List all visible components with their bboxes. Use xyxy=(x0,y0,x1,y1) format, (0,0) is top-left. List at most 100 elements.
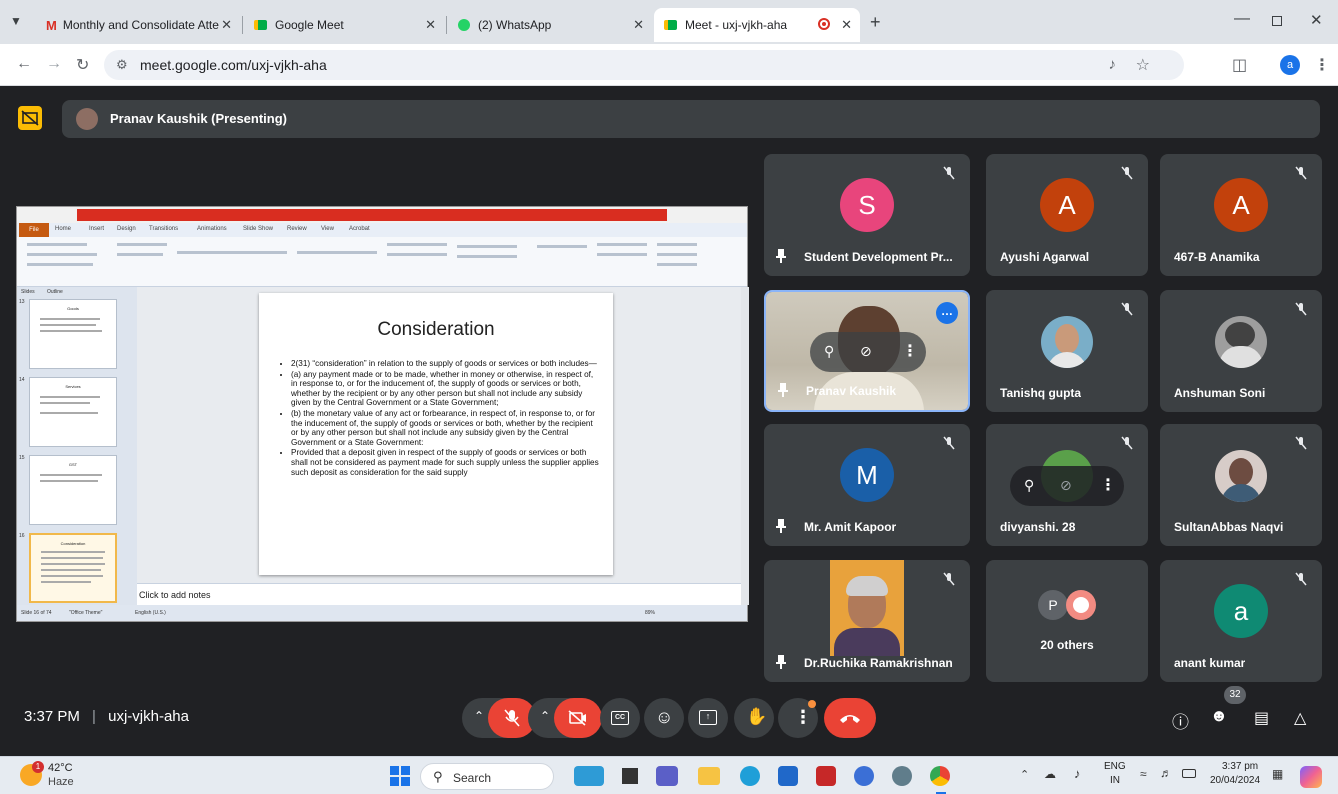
participant-tile[interactable]: a anant kumar xyxy=(1160,560,1322,682)
raise-hand-button[interactable]: ✋ xyxy=(734,698,774,738)
participant-tile[interactable]: ⚲ ⊘ ⋮ divyanshi. 28 xyxy=(986,424,1148,546)
participant-tile-speaking[interactable]: ⚲ ⊘ ⋮ … Pranav Kaushik xyxy=(764,290,970,412)
reload-icon[interactable]: ↻ xyxy=(76,55,89,75)
profile-avatar[interactable]: a xyxy=(1280,55,1300,75)
activities-icon[interactable]: △ xyxy=(1294,708,1306,728)
emoji-button[interactable]: ☺ xyxy=(644,698,684,738)
mic-off-icon[interactable]: ⊘ xyxy=(860,343,872,360)
meeting-details-icon[interactable]: ⓘ xyxy=(1172,708,1189,733)
site-settings-icon[interactable]: ⚙ xyxy=(116,57,128,73)
microphone-icon[interactable]: ♪ xyxy=(1109,56,1117,73)
phone-link-icon[interactable] xyxy=(854,766,874,786)
pin-icon[interactable] xyxy=(774,248,788,264)
more-options-button[interactable]: ⋮ xyxy=(778,698,818,738)
volume-icon[interactable]: ♬ xyxy=(1160,766,1172,780)
meeting-info: 3:37 PM | uxj-vjkh-aha xyxy=(24,708,189,725)
mic-options-chevron-icon[interactable]: ⌃ xyxy=(474,709,484,723)
more-options-icon[interactable]: ⋮ xyxy=(1100,475,1116,495)
participant-tile[interactable]: Anshuman Soni xyxy=(1160,290,1322,412)
others-tile[interactable]: P 20 others xyxy=(986,560,1148,682)
captions-button[interactable]: CC xyxy=(600,698,640,738)
back-icon[interactable]: ← xyxy=(16,55,32,73)
task-view-icon[interactable] xyxy=(622,768,638,784)
close-tab-icon[interactable]: ✕ xyxy=(221,17,232,33)
taskbar-time[interactable]: 3:37 pm xyxy=(1222,761,1258,772)
participant-name: Tanishq gupta xyxy=(1000,386,1082,400)
participant-tile[interactable]: A Ayushi Agarwal xyxy=(986,154,1148,276)
chat-icon[interactable]: ▤ xyxy=(1254,708,1269,728)
tab-meet-active[interactable]: Meet - uxj-vjkh-aha ✕ xyxy=(654,8,860,42)
security-app-icon[interactable] xyxy=(816,766,836,786)
language-indicator[interactable]: ENG xyxy=(1104,761,1126,772)
wifi-icon[interactable]: ≈ xyxy=(1140,767,1147,781)
tab-search-dropdown-icon[interactable]: ▼ xyxy=(10,14,22,28)
pin-icon[interactable] xyxy=(774,654,788,670)
address-bar[interactable]: ⚙ meet.google.com/uxj-vjkh-aha ♪ ☆ xyxy=(104,50,1184,80)
battery-icon[interactable] xyxy=(1182,769,1196,778)
tab-gmail[interactable]: M Monthly and Consolidate Atte ✕ xyxy=(36,8,240,42)
mic-off-icon xyxy=(943,572,955,586)
edge-icon[interactable] xyxy=(740,766,760,786)
tab-whatsapp[interactable]: (2) WhatsApp ✕ xyxy=(448,8,652,42)
more-options-icon[interactable]: ⋮ xyxy=(902,341,918,361)
notifications-icon[interactable]: ▦ xyxy=(1272,767,1283,781)
copilot-icon[interactable] xyxy=(1300,766,1322,788)
present-button[interactable]: ↑ xyxy=(688,698,728,738)
leave-call-button[interactable] xyxy=(824,698,876,738)
stop-presenting-button[interactable] xyxy=(18,106,42,130)
participant-tile[interactable]: Tanishq gupta xyxy=(986,290,1148,412)
weather-icon[interactable]: 1 xyxy=(20,761,44,786)
slide-thumbnail: Goods xyxy=(29,299,117,369)
taskbar-date[interactable]: 20/04/2024 xyxy=(1210,775,1260,786)
tab-google-meet[interactable]: Google Meet ✕ xyxy=(244,8,444,42)
more-menu-icon[interactable]: ⋮ xyxy=(1314,55,1330,75)
bookmark-star-icon[interactable]: ☆ xyxy=(1136,55,1150,75)
captions-icon: CC xyxy=(611,711,629,725)
mic-off-icon xyxy=(1121,166,1133,180)
close-window-button[interactable]: ✕ xyxy=(1310,11,1323,29)
close-tab-icon[interactable]: ✕ xyxy=(841,17,852,33)
settings-gear-icon[interactable] xyxy=(892,766,912,786)
present-screen-icon: ↑ xyxy=(699,710,717,725)
pin-icon[interactable]: ⚲ xyxy=(824,343,834,360)
camera-toggle-button[interactable] xyxy=(554,698,602,738)
maximize-button[interactable] xyxy=(1272,16,1282,26)
url-text[interactable]: meet.google.com/uxj-vjkh-aha xyxy=(140,57,327,73)
slide-body: 2(31) “consideration” in relation to the… xyxy=(279,359,599,478)
participant-photo xyxy=(1215,316,1267,368)
participant-tile[interactable]: Dr.Ruchika Ramakrishnan xyxy=(764,560,970,682)
participant-tile[interactable]: A 467-B Anamika xyxy=(1160,154,1322,276)
weather-temp: 42°C xyxy=(48,762,73,774)
close-tab-icon[interactable]: ✕ xyxy=(425,17,436,33)
pin-icon[interactable]: ⚲ xyxy=(1024,477,1034,494)
slides-panel: Slides Outline 13 Goods 14 Services 15 G… xyxy=(17,287,137,605)
participant-tile[interactable]: SultanAbbas Naqvi xyxy=(1160,424,1322,546)
weather-desc: Haze xyxy=(48,776,74,788)
show-hidden-icons-icon[interactable]: ⌃ xyxy=(1020,768,1029,781)
pin-icon[interactable] xyxy=(774,518,788,534)
mic-control: ⌃ xyxy=(462,698,536,738)
start-button[interactable] xyxy=(390,766,410,786)
camera-options-chevron-icon[interactable]: ⌃ xyxy=(540,709,550,723)
participant-tile[interactable]: M Mr. Amit Kapoor xyxy=(764,424,970,546)
chrome-icon[interactable] xyxy=(930,766,950,786)
widget-app-icon[interactable] xyxy=(574,766,604,786)
mic-off-icon[interactable]: ⊘ xyxy=(1060,477,1072,494)
tile-more-icon[interactable]: … xyxy=(936,302,958,324)
windows-taskbar: 1 42°C Haze ⚲ Search ⌃ ☁ ♪ ENG IN ≈ ♬ 3:… xyxy=(0,756,1338,794)
extensions-icon[interactable]: ◫ xyxy=(1232,55,1247,75)
pin-icon[interactable] xyxy=(776,382,790,398)
cloud-icon[interactable]: ☁ xyxy=(1044,767,1056,781)
teams-icon[interactable] xyxy=(656,766,678,786)
more-options-icon: ⋮ xyxy=(794,707,812,727)
forward-icon[interactable]: → xyxy=(46,55,62,73)
minimize-button[interactable]: — xyxy=(1234,10,1250,28)
participant-tile[interactable]: S Student Development Pr... xyxy=(764,154,970,276)
new-tab-button[interactable]: + xyxy=(870,12,881,33)
microphone-icon[interactable]: ♪ xyxy=(1074,766,1081,781)
store-icon[interactable] xyxy=(778,766,798,786)
file-explorer-icon[interactable] xyxy=(698,767,720,785)
close-tab-icon[interactable]: ✕ xyxy=(633,17,644,33)
taskbar-search[interactable]: ⚲ Search xyxy=(420,763,554,790)
ppt-status-bar: Slide 16 of 74 "Office Theme" English (U… xyxy=(17,605,747,621)
